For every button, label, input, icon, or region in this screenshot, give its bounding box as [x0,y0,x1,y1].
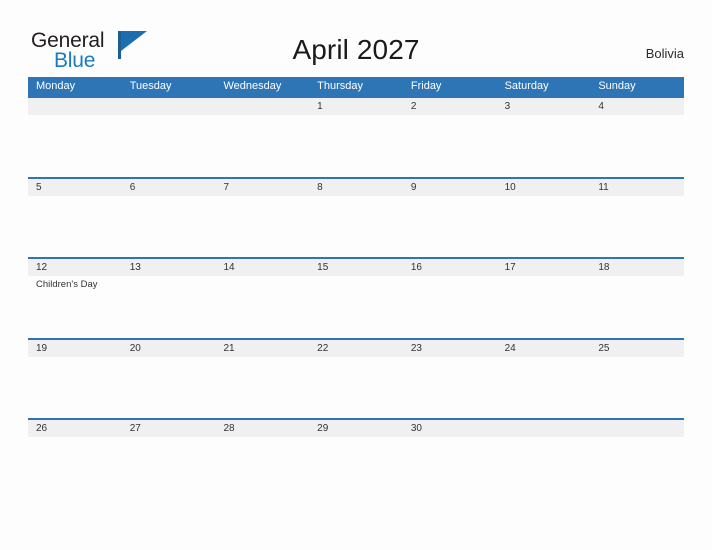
day-number[interactable] [497,420,591,437]
day-number[interactable]: 30 [403,420,497,437]
day-cell[interactable] [215,357,309,417]
day-cell[interactable] [122,196,216,256]
page-title: April 2027 [292,34,420,65]
day-cell[interactable] [403,276,497,336]
calendar-week-row: 26 27 28 29 30 [28,418,684,499]
day-cell[interactable] [590,357,684,417]
day-number[interactable]: 4 [590,98,684,115]
week-event-band: Children's Day [28,276,684,336]
day-cell[interactable] [309,115,403,175]
day-number[interactable]: 28 [215,420,309,437]
day-number[interactable]: 12 [28,259,122,276]
week-event-band [28,196,684,256]
calendar-week-row: 1 2 3 4 [28,96,684,177]
day-number[interactable]: 1 [309,98,403,115]
day-cell[interactable] [28,357,122,417]
day-number[interactable]: 10 [497,179,591,196]
day-number[interactable]: 6 [122,179,216,196]
weekday-header-row: Monday Tuesday Wednesday Thursday Friday… [28,77,684,96]
day-number[interactable]: 16 [403,259,497,276]
day-number[interactable]: 22 [309,340,403,357]
week-date-band: 5 6 7 8 9 10 11 [28,178,684,196]
calendar-week-row: 12 13 14 15 16 17 18 Children's Day [28,257,684,338]
day-number[interactable]: 15 [309,259,403,276]
day-cell[interactable] [309,276,403,336]
calendar-week-row: 19 20 21 22 23 24 25 [28,337,684,419]
day-number[interactable]: 9 [403,179,497,196]
weekday-header-thursday: Thursday [317,80,364,92]
page-header: General Blue April 2027 Bolivia [0,0,712,77]
day-cell[interactable] [403,115,497,175]
day-number[interactable]: 14 [215,259,309,276]
week-date-band: 26 27 28 29 30 [28,420,684,438]
day-number[interactable] [28,98,122,115]
weekday-header-monday: Monday [36,80,76,92]
day-number[interactable]: 26 [28,420,122,437]
day-number[interactable]: 27 [122,420,216,437]
week-event-band [28,357,684,417]
day-number[interactable]: 8 [309,179,403,196]
day-cell[interactable] [590,196,684,256]
day-cell[interactable] [309,357,403,417]
week-event-band [28,437,684,497]
day-number[interactable]: 11 [590,179,684,196]
day-cell[interactable] [590,437,684,497]
day-cell[interactable] [403,357,497,417]
day-cell[interactable] [215,196,309,256]
day-cell[interactable] [28,196,122,256]
week-event-band [28,115,684,175]
day-number[interactable]: 20 [122,340,216,357]
day-cell[interactable] [309,196,403,256]
day-cell[interactable] [122,437,216,497]
day-number[interactable]: 29 [309,420,403,437]
day-cell[interactable] [497,357,591,417]
day-number[interactable]: 23 [403,340,497,357]
day-cell[interactable] [28,115,122,175]
day-number[interactable]: 3 [497,98,591,115]
day-cell[interactable] [497,437,591,497]
day-number[interactable]: 21 [215,340,309,357]
day-cell[interactable] [403,437,497,497]
weekday-header-saturday: Saturday [504,80,549,92]
day-number[interactable]: 24 [497,340,591,357]
day-number[interactable]: 18 [590,259,684,276]
day-cell[interactable] [309,437,403,497]
day-number[interactable]: 25 [590,340,684,357]
day-number[interactable]: 5 [28,179,122,196]
day-cell[interactable] [497,276,591,336]
day-cell[interactable] [122,276,216,336]
country-label: Bolivia [645,46,684,61]
day-cell[interactable] [497,115,591,175]
day-cell[interactable] [590,115,684,175]
day-number[interactable] [590,420,684,437]
day-number[interactable] [122,98,216,115]
week-date-band: 12 13 14 15 16 17 18 [28,259,684,277]
day-cell[interactable] [215,437,309,497]
day-number[interactable]: 2 [403,98,497,115]
day-number[interactable]: 19 [28,340,122,357]
day-cell[interactable] [403,196,497,256]
day-cell[interactable]: Children's Day [28,276,122,336]
weekday-header-friday: Friday [410,80,442,92]
day-cell[interactable] [215,115,309,175]
calendar-week-row: 5 6 7 8 9 10 11 [28,176,684,258]
calendar-grid: Monday Tuesday Wednesday Thursday Friday… [28,77,684,499]
week-date-band: 1 2 3 4 [28,98,684,115]
event-label: Children's Day [36,279,98,291]
weekday-header-sunday: Sunday [598,80,636,92]
day-cell[interactable] [215,276,309,336]
day-cell[interactable] [122,357,216,417]
day-cell[interactable] [497,196,591,256]
day-cell[interactable] [28,437,122,497]
day-number[interactable]: 7 [215,179,309,196]
day-cell[interactable] [590,276,684,336]
day-cell[interactable] [122,115,216,175]
weekday-header-wednesday: Wednesday [223,80,282,92]
weekday-header-tuesday: Tuesday [129,80,172,92]
day-number[interactable]: 17 [497,259,591,276]
day-number[interactable]: 13 [122,259,216,276]
day-number[interactable] [215,98,309,115]
week-date-band: 19 20 21 22 23 24 25 [28,339,684,357]
